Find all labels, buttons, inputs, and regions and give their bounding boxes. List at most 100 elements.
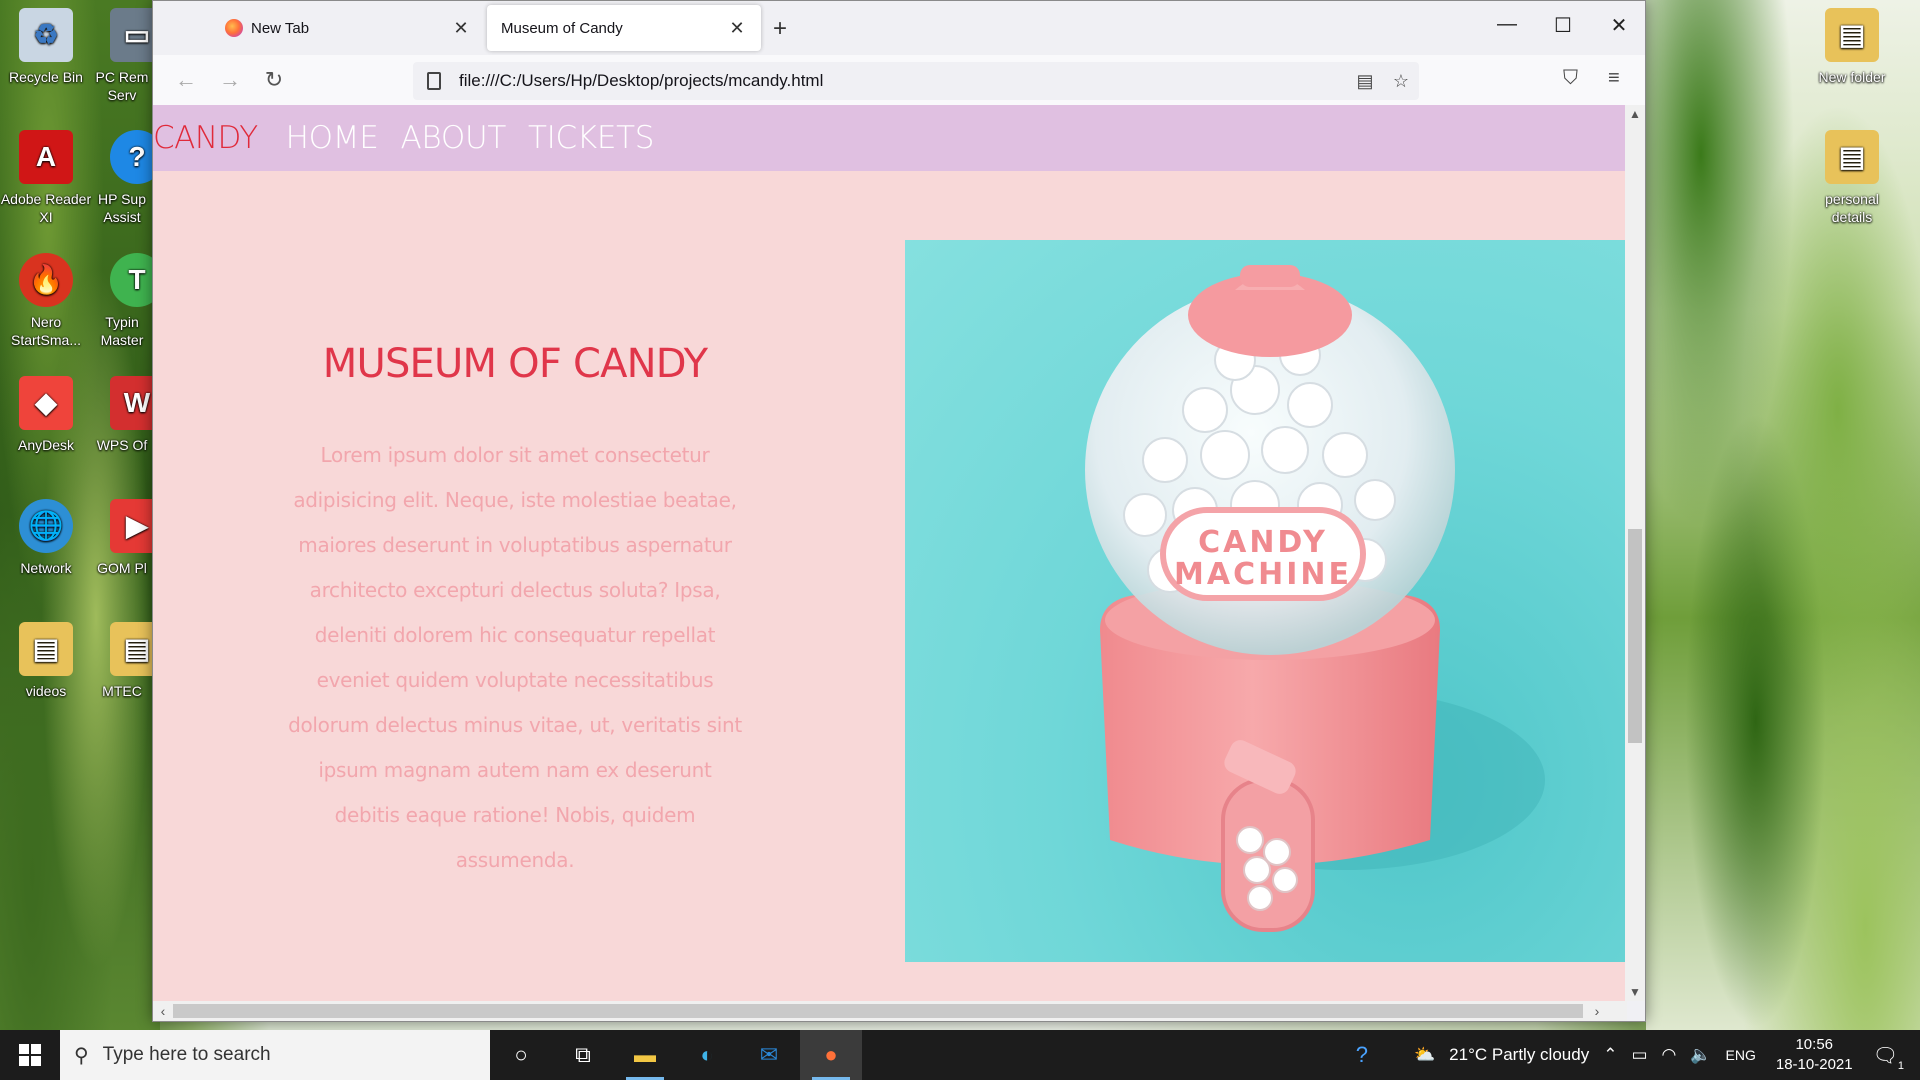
desktop-icon-pc-remote[interactable]: ▭ PC Rem Serv	[92, 8, 152, 104]
page-viewport: CANDY HOME ABOUT TICKETS MUSEUM OF CANDY…	[153, 105, 1627, 1001]
reload-button[interactable]: ↻	[259, 67, 289, 93]
desktop-icon-label: Typin Master	[100, 314, 144, 348]
language-indicator[interactable]: ENG	[1726, 1047, 1756, 1063]
task-view-icon: ⧉	[575, 1042, 591, 1067]
desktop-icon-label: Network	[20, 560, 72, 576]
desktop-icon-anydesk[interactable]: ◆ AnyDesk	[0, 376, 92, 454]
tab-label: Museum of Candy	[501, 19, 623, 37]
minimize-button[interactable]: —	[1479, 13, 1535, 36]
search-icon: ⚲	[74, 1044, 89, 1067]
bookmark-star-icon[interactable]: ☆	[1383, 71, 1419, 92]
windows-icon	[19, 1044, 41, 1066]
help-icon[interactable]: ?	[1356, 1042, 1368, 1068]
navigation-toolbar: ← → ↻ file:///C:/Users/Hp/Desktop/projec…	[153, 55, 1645, 105]
desktop-icon-nero[interactable]: 🔥 Nero StartSma...	[0, 253, 92, 349]
desktop-icon-label: videos	[25, 683, 67, 699]
taskbar-edge[interactable]: ◐	[676, 1030, 738, 1080]
tab-label: New Tab	[251, 19, 310, 37]
firefox-icon: ●	[824, 1042, 838, 1067]
gom-player-icon: ▶	[110, 499, 152, 553]
cortana-icon: ○	[514, 1042, 528, 1067]
desktop-icon-label: New folder	[1818, 69, 1886, 85]
hp-support-icon: ?	[110, 130, 152, 184]
desktop-icon-label: Nero StartSma...	[10, 314, 82, 348]
scroll-left-arrow[interactable]: ‹	[153, 1001, 173, 1021]
taskbar-file-explorer[interactable]: ▬	[614, 1030, 676, 1080]
desktop-icon-mtec[interactable]: ▤ MTEC	[92, 622, 152, 700]
desktop-icon-hp-support[interactable]: ? HP Sup Assist	[92, 130, 152, 226]
close-tab-icon[interactable]: ✕	[451, 18, 471, 39]
edge-icon: ◐	[700, 1042, 714, 1067]
back-button[interactable]: ←	[171, 67, 201, 93]
desktop-icon-network[interactable]: 🌐 Network	[0, 499, 92, 577]
folder-icon: ▤	[110, 622, 152, 676]
system-tray: ? ⛅ 21°C Partly cloudy ⌃ ▭ ◠ 🔈 ENG 10:56…	[1356, 1030, 1920, 1080]
desktop-icon-label: HP Sup Assist	[98, 191, 146, 225]
desktop-icon-adobe-reader[interactable]: A Adobe Reader XI	[0, 130, 92, 226]
start-button[interactable]	[0, 1030, 60, 1080]
url-text: file:///C:/Users/Hp/Desktop/projects/mca…	[459, 71, 824, 90]
new-tab-button[interactable]: +	[773, 15, 787, 43]
taskbar-search-box[interactable]: ⚲ Type here to search	[60, 1030, 490, 1080]
vertical-scrollbar[interactable]: ▲ ▼	[1625, 105, 1645, 1001]
typing-master-icon: T	[110, 253, 152, 307]
clock-date: 18-10-2021	[1775, 1056, 1853, 1073]
pc-remote-icon: ▭	[110, 8, 152, 62]
nav-link-home[interactable]: HOME	[286, 120, 379, 156]
candy-machine-illustration: CANDY MACHINE	[1085, 265, 1545, 932]
taskbar: ⚲ Type here to search ○ ⧉ ▬ ◐ ✉ ● ? ⛅ 21…	[0, 1030, 1920, 1080]
pocket-icon[interactable]: ⛉	[1563, 67, 1578, 90]
battery-icon[interactable]: ▭	[1631, 1045, 1647, 1065]
desktop-icon-label: Adobe Reader XI	[0, 191, 92, 225]
desktop-icon-personal-details[interactable]: ▤ personal details	[1806, 130, 1898, 226]
task-view-button[interactable]: ⧉	[552, 1030, 614, 1080]
cortana-button[interactable]: ○	[490, 1030, 552, 1080]
folder-icon: ▤	[19, 622, 73, 676]
show-hidden-icons[interactable]: ⌃	[1603, 1045, 1617, 1065]
firefox-icon	[225, 19, 243, 37]
vertical-scroll-thumb[interactable]	[1628, 529, 1642, 743]
volume-icon[interactable]: 🔈	[1690, 1045, 1711, 1065]
desktop-icon-label: GOM Pl	[97, 560, 147, 576]
menu-icon[interactable]: ≡	[1608, 67, 1620, 90]
clock[interactable]: 10:56 18-10-2021	[1776, 1035, 1853, 1075]
adobe-reader-icon: A	[19, 130, 73, 184]
forward-button[interactable]: →	[215, 67, 245, 93]
desktop-icon-gom-player[interactable]: ▶ GOM Pl	[92, 499, 152, 577]
desktop-icon-label: Recycle Bin	[9, 69, 83, 85]
folder-icon: ▤	[1825, 130, 1879, 184]
nero-icon: 🔥	[19, 253, 73, 307]
url-bar[interactable]: file:///C:/Users/Hp/Desktop/projects/mca…	[413, 62, 1419, 100]
recycle-bin-icon: ♻	[19, 8, 73, 62]
weather-text[interactable]: 21°C Partly cloudy	[1449, 1045, 1589, 1065]
maximize-button[interactable]: ☐	[1535, 13, 1591, 38]
taskbar-mail[interactable]: ✉	[738, 1030, 800, 1080]
desktop-icon-videos[interactable]: ▤ videos	[0, 622, 92, 700]
search-placeholder: Type here to search	[102, 1044, 271, 1065]
reader-view-icon[interactable]: ▤	[1347, 71, 1383, 92]
desktop-icon-wps-office[interactable]: W WPS Of	[92, 376, 152, 454]
scroll-up-arrow[interactable]: ▲	[1625, 107, 1645, 121]
wifi-icon[interactable]: ◠	[1662, 1045, 1677, 1065]
desktop-icon-typing-master[interactable]: T Typin Master	[92, 253, 152, 349]
nav-link-about[interactable]: ABOUT	[401, 120, 507, 156]
folder-icon: ▤	[1825, 8, 1879, 62]
candy-label-line2: MACHINE	[1174, 557, 1352, 592]
desktop-icon-new-folder[interactable]: ▤ New folder	[1806, 8, 1898, 86]
browser-window: New Tab ✕ Museum of Candy ✕ + — ☐ ✕ ← → …	[152, 0, 1646, 1022]
scroll-right-arrow[interactable]: ›	[1587, 1001, 1607, 1021]
tab-museum-of-candy[interactable]: Museum of Candy ✕	[487, 5, 761, 51]
notification-icon[interactable]: 🗨 1	[1873, 1043, 1904, 1072]
close-tab-icon[interactable]: ✕	[727, 18, 747, 39]
horizontal-scroll-thumb[interactable]	[173, 1004, 1583, 1018]
horizontal-scrollbar[interactable]: ‹ ›	[153, 1001, 1627, 1021]
taskbar-firefox[interactable]: ●	[800, 1030, 862, 1080]
close-window-button[interactable]: ✕	[1591, 13, 1647, 38]
network-icon: 🌐	[19, 499, 73, 553]
nav-link-tickets[interactable]: TICKETS	[528, 120, 654, 156]
mail-icon: ✉	[759, 1042, 779, 1067]
desktop-icon-recycle-bin[interactable]: ♻ Recycle Bin	[0, 8, 92, 86]
tab-new-tab[interactable]: New Tab ✕	[211, 5, 485, 51]
scroll-down-arrow[interactable]: ▼	[1625, 985, 1645, 999]
site-brand[interactable]: CANDY	[153, 120, 258, 156]
